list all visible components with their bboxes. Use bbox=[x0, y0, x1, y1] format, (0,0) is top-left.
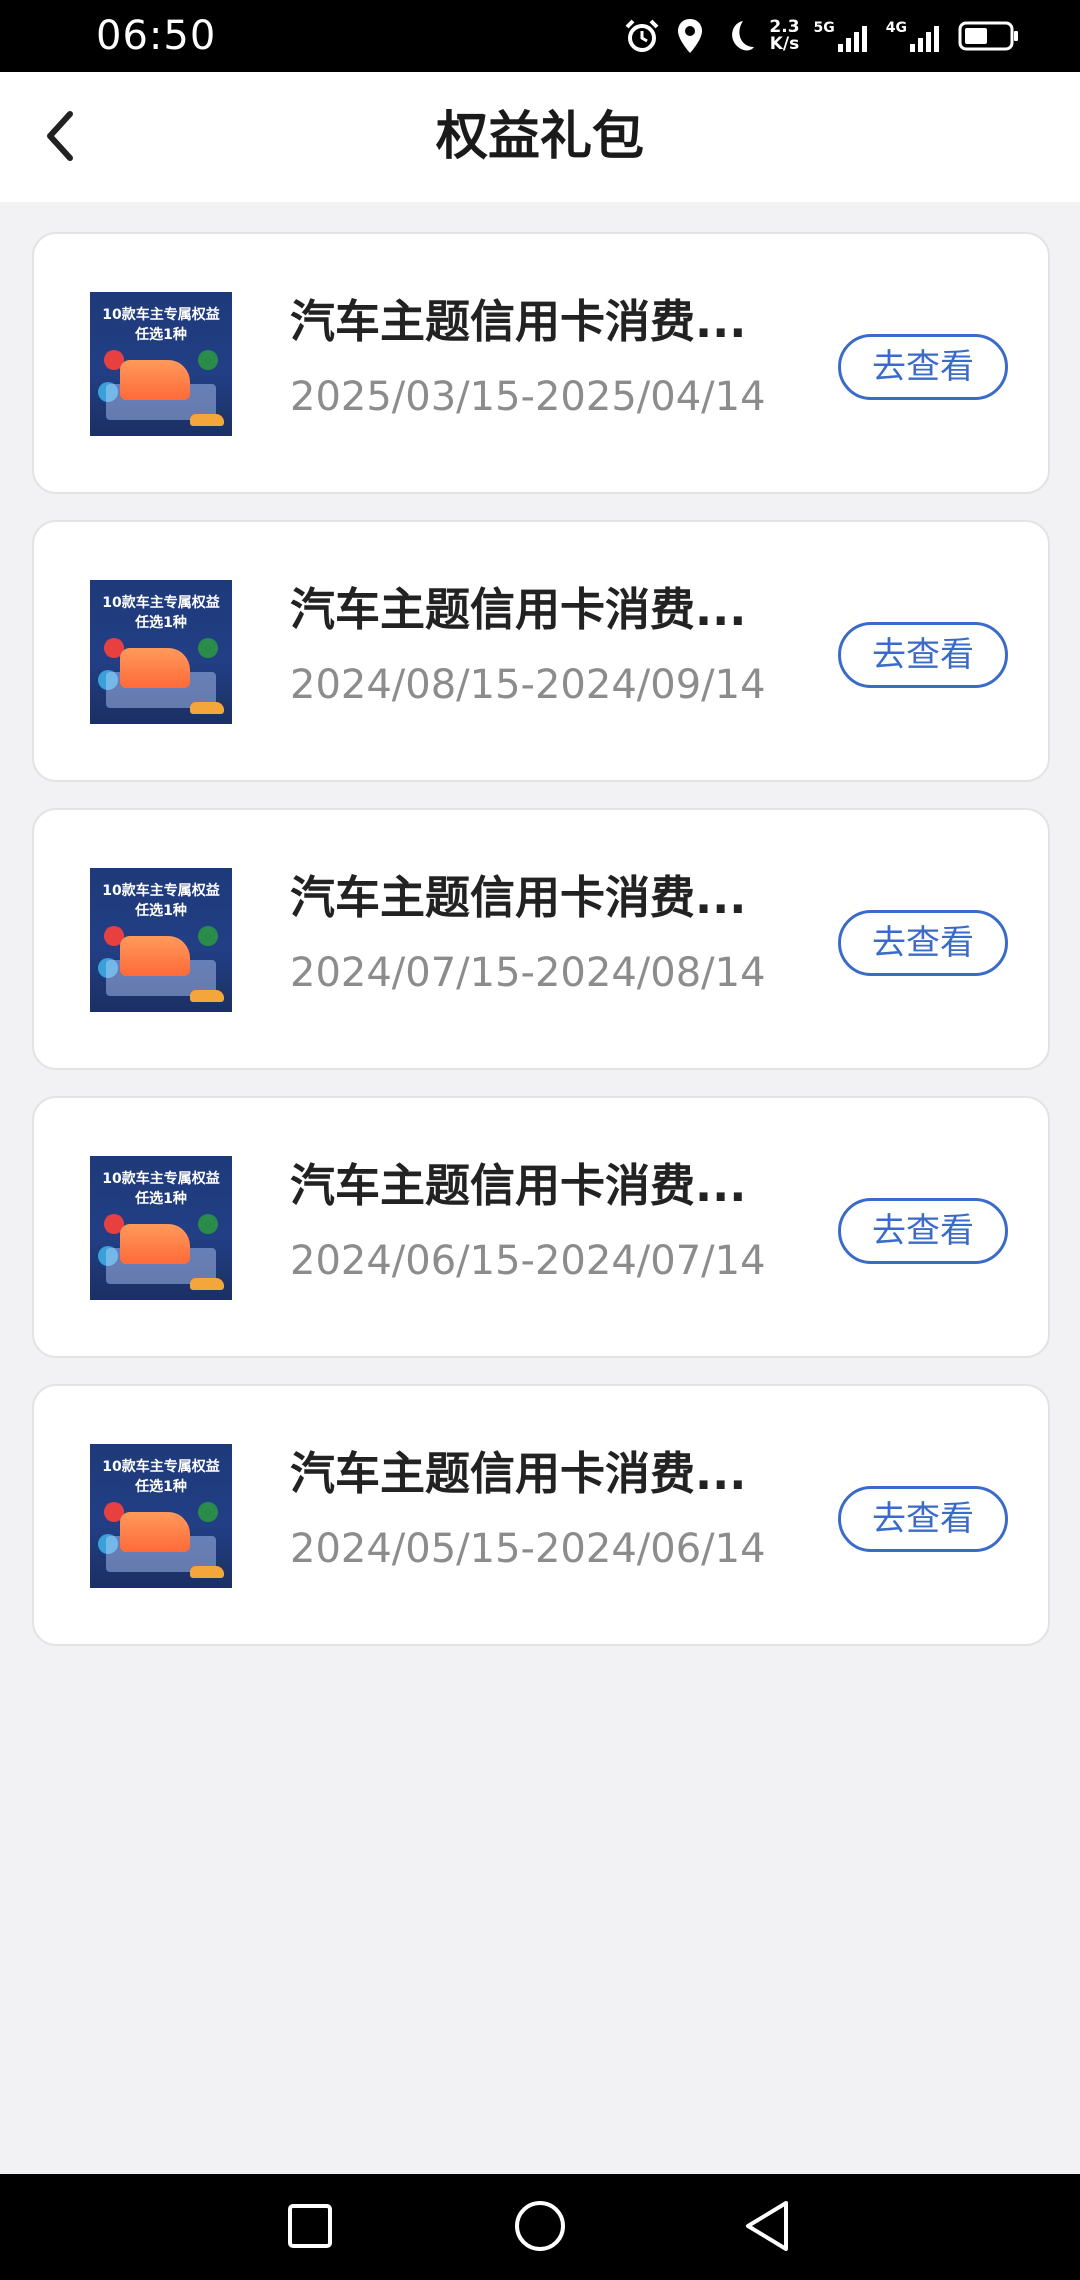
circle-icon bbox=[513, 2199, 567, 2257]
package-card[interactable]: 10款车主专属权益 任选1种 汽车主题信用卡消费... 2024/06/15-2… bbox=[32, 1096, 1050, 1358]
package-thumbnail: 10款车主专属权益 任选1种 bbox=[90, 1444, 232, 1588]
network-type-2: 4G bbox=[885, 20, 907, 36]
square-icon bbox=[286, 2202, 334, 2254]
thumbnail-line-1: 10款车主专属权益 bbox=[102, 1459, 220, 1475]
thumbnail-line-2: 任选1种 bbox=[135, 327, 187, 343]
package-title: 汽车主题信用卡消费... bbox=[290, 871, 747, 924]
package-title: 汽车主题信用卡消费... bbox=[290, 295, 747, 348]
package-title: 汽车主题信用卡消费... bbox=[290, 1447, 747, 1500]
location-icon bbox=[675, 17, 705, 55]
moon-icon bbox=[719, 17, 755, 55]
package-thumbnail: 10款车主专属权益 任选1种 bbox=[90, 580, 232, 724]
back-button[interactable] bbox=[28, 104, 92, 172]
package-date-range: 2025/03/15-2025/04/14 bbox=[290, 374, 766, 420]
view-button[interactable]: 去查看 bbox=[838, 1486, 1008, 1552]
package-date-range: 2024/07/15-2024/08/14 bbox=[290, 950, 766, 996]
package-title: 汽车主题信用卡消费... bbox=[290, 1159, 747, 1212]
thumbnail-line-2: 任选1种 bbox=[135, 615, 187, 631]
navigation-bar bbox=[0, 2174, 1080, 2280]
signal-4g-icon: 4G bbox=[886, 20, 944, 52]
thumbnail-line-1: 10款车主专属权益 bbox=[102, 883, 220, 899]
signal-5g-icon: 5G bbox=[814, 20, 872, 52]
view-button[interactable]: 去查看 bbox=[838, 622, 1008, 688]
package-title: 汽车主题信用卡消费... bbox=[290, 583, 747, 636]
alarm-icon bbox=[623, 17, 661, 55]
package-card[interactable]: 10款车主专属权益 任选1种 汽车主题信用卡消费... 2024/05/15-2… bbox=[32, 1384, 1050, 1646]
home-button[interactable] bbox=[510, 2198, 570, 2258]
package-date-range: 2024/05/15-2024/06/14 bbox=[290, 1526, 766, 1572]
view-button[interactable]: 去查看 bbox=[838, 334, 1008, 400]
network-speed-unit: K/s bbox=[769, 34, 800, 54]
package-card[interactable]: 10款车主专属权益 任选1种 汽车主题信用卡消费... 2024/07/15-2… bbox=[32, 808, 1050, 1070]
view-button[interactable]: 去查看 bbox=[838, 1198, 1008, 1264]
thumbnail-line-2: 任选1种 bbox=[135, 903, 187, 919]
battery-icon bbox=[958, 20, 1020, 52]
package-thumbnail: 10款车主专属权益 任选1种 bbox=[90, 868, 232, 1012]
network-type-1: 5G bbox=[813, 20, 835, 36]
thumbnail-line-1: 10款车主专属权益 bbox=[102, 307, 220, 323]
page-title: 权益礼包 bbox=[435, 107, 644, 167]
triangle-back-icon bbox=[742, 2199, 794, 2257]
back-nav-button[interactable] bbox=[738, 2198, 798, 2258]
package-thumbnail: 10款车主专属权益 任选1种 bbox=[90, 292, 232, 436]
package-card[interactable]: 10款车主专属权益 任选1种 汽车主题信用卡消费... 2024/08/15-2… bbox=[32, 520, 1050, 782]
package-card[interactable]: 10款车主专属权益 任选1种 汽车主题信用卡消费... 2025/03/15-2… bbox=[32, 232, 1050, 494]
header: 权益礼包 bbox=[0, 72, 1080, 202]
package-list: 10款车主专属权益 任选1种 汽车主题信用卡消费... 2025/03/15-2… bbox=[32, 232, 1050, 1672]
thumbnail-line-2: 任选1种 bbox=[135, 1479, 187, 1495]
thumbnail-line-1: 10款车主专属权益 bbox=[102, 595, 220, 611]
thumbnail-line-2: 任选1种 bbox=[135, 1191, 187, 1207]
package-date-range: 2024/06/15-2024/07/14 bbox=[290, 1238, 766, 1284]
package-thumbnail: 10款车主专属权益 任选1种 bbox=[90, 1156, 232, 1300]
thumbnail-line-1: 10款车主专属权益 bbox=[102, 1171, 220, 1187]
status-icons: 2.3 K/s 5G 4G bbox=[623, 10, 1020, 62]
network-speed: 2.3 K/s bbox=[769, 19, 799, 53]
chevron-left-icon bbox=[40, 108, 80, 168]
package-date-range: 2024/08/15-2024/09/14 bbox=[290, 662, 766, 708]
status-time: 06:50 bbox=[96, 13, 217, 59]
view-button[interactable]: 去查看 bbox=[838, 910, 1008, 976]
recents-button[interactable] bbox=[280, 2198, 340, 2258]
status-bar: 06:50 2.3 K/s 5G 4G bbox=[0, 0, 1080, 72]
